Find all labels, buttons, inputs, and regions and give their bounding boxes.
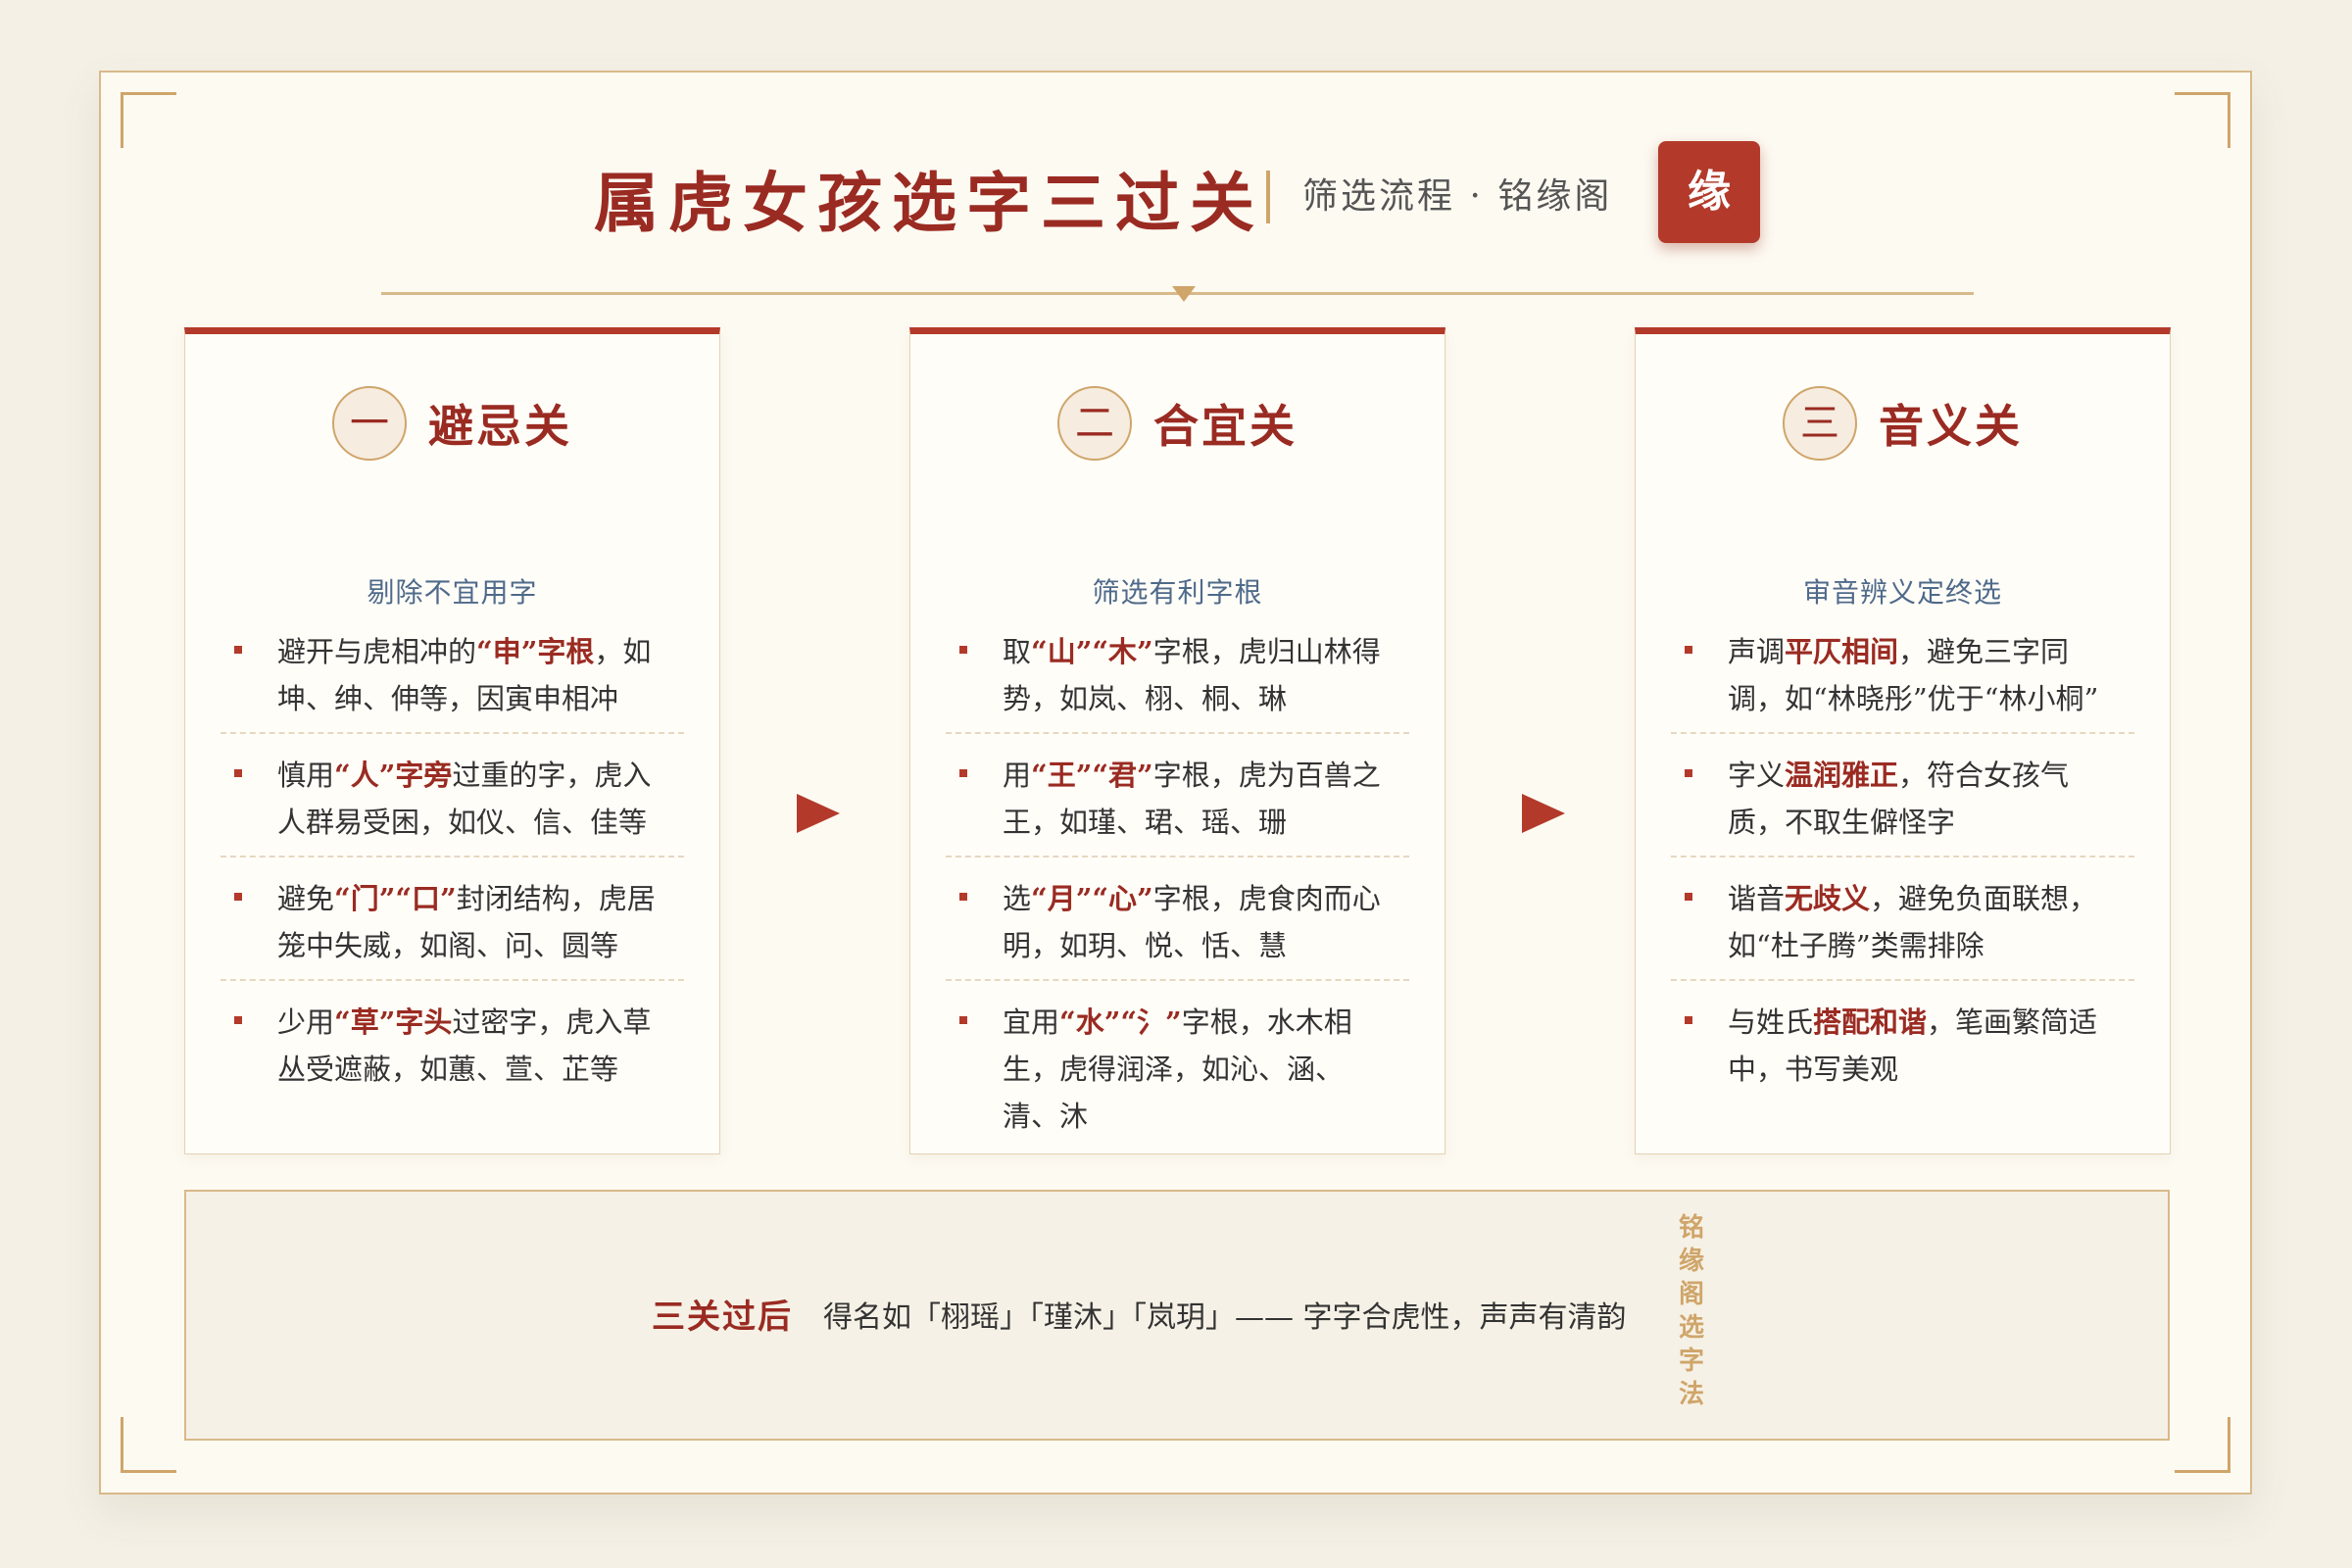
card-title: 避忌关 [428,400,572,453]
bullet-icon [1685,646,1692,654]
list-item: 字义温润雅正，符合女孩气质，不取生僻怪字 [1671,752,2134,858]
list-item: 取“山”“木”字根，虎归山林得势，如岚、栩、桐、琳 [946,628,1409,734]
stage-number-badge: 三 [1783,386,1857,461]
stage-card-1: 一 避忌关 剔除不宜用字 避开与虎相冲的“申”字根，如坤、绅、伸等，因寅申相冲 … [184,327,720,1154]
bullet-icon [234,646,242,654]
list-item: 避开与虎相冲的“申”字根，如坤、绅、伸等，因寅申相冲 [220,628,684,734]
corner-ornament-bottom-right [2175,1417,2230,1473]
stage-card-2: 二 合宜关 筛选有利字根 取“山”“木”字根，虎归山林得势，如岚、栩、桐、琳 用… [909,327,1446,1154]
highlight-term: 温润雅正 [1785,759,1899,792]
highlight-term: “月”“心” [1031,882,1153,915]
corner-ornament-top-right [2175,92,2230,148]
list-item: 与姓氏搭配和谐，笔画繁简适中，书写美观 [1671,999,2134,1102]
highlight-term: “山”“木” [1031,635,1153,668]
bullet-icon [1685,1016,1692,1024]
highlight-term: 无歧义 [1785,882,1871,915]
page-subtitle: 筛选流程 · 铭缘阁 [1302,176,1613,217]
summary-label: 三关过后 [652,1298,793,1337]
highlight-term: 搭配和谐 [1813,1005,1928,1039]
bullet-icon [234,769,242,777]
bullet-icon [959,893,967,901]
stage-number-badge: 一 [332,386,407,461]
bullet-icon [234,893,242,901]
card-subtitle: 筛选有利字根 [1092,576,1263,609]
corner-ornament-bottom-left [121,1417,176,1473]
card-title: 合宜关 [1153,400,1298,453]
list-item: 声调平仄相间，避免三字同调，如“林晓彤”优于“林小桐” [1671,628,2134,734]
title-separator [1266,171,1270,223]
card-header: 三 音义关 [1636,379,2170,467]
list-item: 慎用“人”字旁过重的字，虎入人群易受困，如仪、信、佳等 [220,752,684,858]
list-item: 用“王”“君”字根，虎为百兽之王，如瑾、珺、瑶、珊 [946,752,1409,858]
bullet-icon [234,1016,242,1024]
list-item: 避免“门”“口”封闭结构，虎居笼中失威，如阁、问、圆等 [220,875,684,981]
vertical-signature: 铭缘阁选字法 [1678,1213,1704,1409]
bullet-icon [959,1016,967,1024]
poster-frame: 属虎女孩选字三过关 筛选流程 · 铭缘阁 缘 一 避忌关 剔除不宜用字 避开与虎… [99,71,2252,1494]
highlight-term: “人”字旁 [334,759,453,792]
card-header: 一 避忌关 [185,379,719,467]
list-item: 谐音无歧义，避免负面联想，如“杜子腾”类需排除 [1671,875,2134,981]
card-header: 二 合宜关 [910,379,1445,467]
card-title: 音义关 [1879,400,2023,453]
bullet-icon [959,646,967,654]
arrow-right-icon [797,794,840,833]
list-item: 少用“草”字头过密字，虎入草丛受遮蔽，如蕙、萱、芷等 [220,999,684,1102]
corner-ornament-top-left [121,92,176,148]
rule-list: 声调平仄相间，避免三字同调，如“林晓彤”优于“林小桐” 字义温润雅正，符合女孩气… [1671,628,2134,1120]
highlight-term: “申”字根 [476,635,595,668]
divider-triangle-icon [1172,286,1196,302]
list-item: 选“月”“心”字根，虎食肉而心明，如玥、悦、恬、慧 [946,875,1409,981]
bullet-icon [959,769,967,777]
card-subtitle: 剔除不宜用字 [367,576,538,609]
highlight-term: “水”“氵” [1059,1005,1182,1039]
highlight-term: “王”“君” [1031,759,1153,792]
rule-list: 取“山”“木”字根，虎归山林得势，如岚、栩、桐、琳 用“王”“君”字根，虎为百兽… [946,628,1409,1167]
list-item: 宜用“水”“氵”字根，水木相生，虎得润泽，如沁、涵、清、沐 [946,999,1409,1150]
arrow-right-icon [1522,794,1565,833]
highlight-term: “草”字头 [334,1005,453,1039]
summary-panel: 三关过后 得名如「栩瑶」「瑾沐」「岚玥」—— 字字合虎性，声声有清韵 铭缘阁选字… [184,1190,2170,1441]
rule-list: 避开与虎相冲的“申”字根，如坤、绅、伸等，因寅申相冲 慎用“人”字旁过重的字，虎… [220,628,684,1120]
bullet-icon [1685,769,1692,777]
seal-stamp: 缘 [1658,141,1760,243]
highlight-term: “门”“口” [334,882,457,915]
stage-card-3: 三 音义关 审音辨义定终选 声调平仄相间，避免三字同调，如“林晓彤”优于“林小桐… [1635,327,2171,1154]
page-title: 属虎女孩选字三过关 [594,165,1264,241]
bullet-icon [1685,893,1692,901]
highlight-term: 平仄相间 [1785,635,1899,668]
summary-text: 得名如「栩瑶」「瑾沐」「岚玥」—— 字字合虎性，声声有清韵 [823,1300,1627,1335]
card-subtitle: 审音辨义定终选 [1802,576,2002,609]
stage-number-badge: 二 [1057,386,1132,461]
